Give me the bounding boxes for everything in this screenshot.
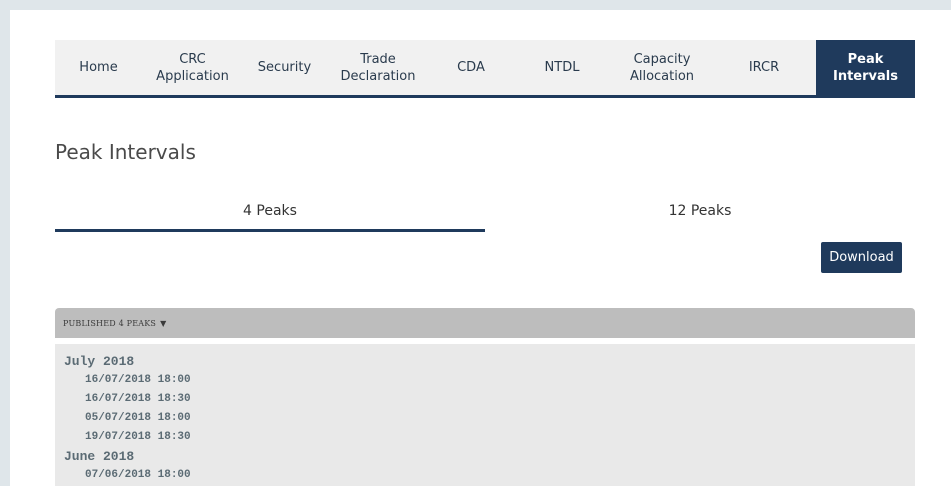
peak-interval: 19/07/2018 18:30: [85, 431, 191, 443]
month-heading: July 2018: [64, 354, 135, 369]
nav-item-capacity-allocation[interactable]: Capacity Allocation: [612, 40, 712, 95]
caret-down-icon: ▼: [160, 318, 167, 328]
nav-item-peak-intervals[interactable]: Peak Intervals: [816, 40, 915, 95]
nav-item-home[interactable]: Home: [55, 40, 142, 95]
nav-item-security[interactable]: Security: [243, 40, 326, 95]
page-title: Peak Intervals: [55, 140, 196, 164]
panel-header-label: PUBLISHED 4 PEAKS: [63, 318, 157, 328]
main-nav: Home CRC Application Security Trade Decl…: [55, 40, 915, 98]
published-peaks-toggle[interactable]: PUBLISHED 4 PEAKS ▼: [55, 308, 915, 338]
nav-item-trade-declaration[interactable]: Trade Declaration: [326, 40, 430, 95]
tab-12-peaks[interactable]: 12 Peaks: [485, 203, 915, 229]
peak-interval: 07/06/2018 18:00: [85, 469, 191, 481]
peak-interval: 16/07/2018 18:30: [85, 393, 191, 405]
nav-item-cda[interactable]: CDA: [430, 40, 512, 95]
peaks-list: July 2018 16/07/2018 18:00 16/07/2018 18…: [55, 344, 915, 486]
nav-item-crc-application[interactable]: CRC Application: [142, 40, 243, 95]
peak-interval: 05/07/2018 18:00: [85, 412, 191, 424]
peak-interval: 16/07/2018 18:00: [85, 374, 191, 386]
page: Home CRC Application Security Trade Decl…: [10, 10, 951, 486]
nav-item-ircr[interactable]: IRCR: [712, 40, 816, 95]
month-heading: June 2018: [64, 449, 135, 464]
tab-4-peaks[interactable]: 4 Peaks: [55, 203, 485, 232]
nav-item-ntdl[interactable]: NTDL: [512, 40, 612, 95]
download-button[interactable]: Download: [821, 242, 902, 273]
peaks-tabs: 4 Peaks 12 Peaks: [55, 203, 915, 233]
